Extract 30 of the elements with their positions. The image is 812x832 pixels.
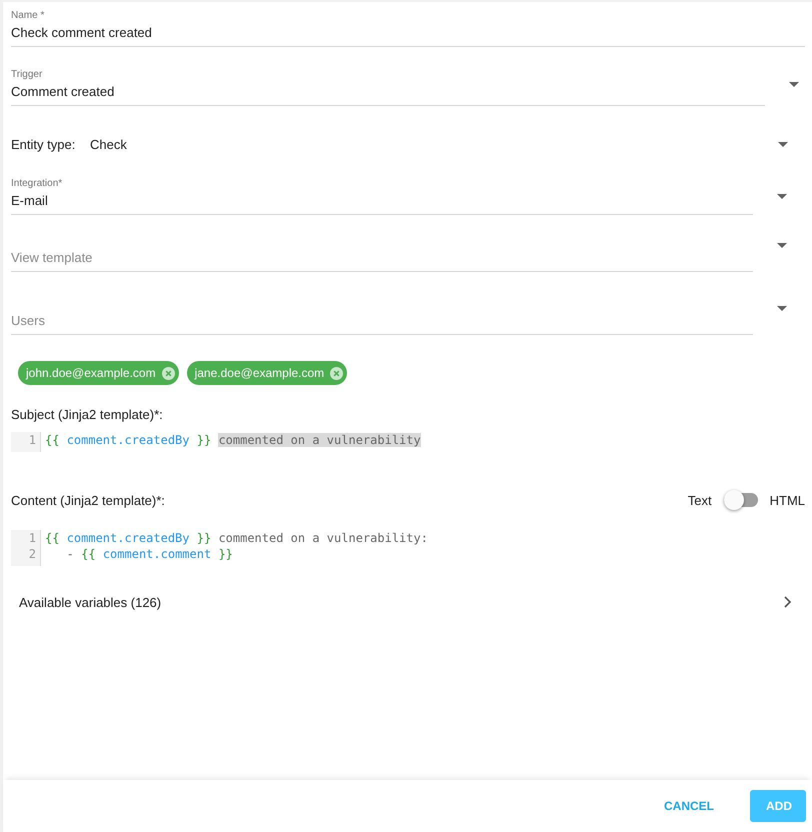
input-field[interactable]: Users bbox=[11, 310, 753, 335]
line-number: 1 bbox=[28, 432, 36, 448]
dropdown-arrow-icon[interactable] bbox=[777, 243, 787, 248]
dropdown-arrow-icon[interactable] bbox=[777, 306, 787, 311]
dropdown-arrow-icon[interactable] bbox=[778, 142, 788, 146]
field-label: Entity type: bbox=[11, 136, 76, 152]
code-line: {{ comment.createdBy }} commented on a vulnerability bbox=[45, 432, 421, 448]
section-label: Subject (Jinja2 template)*: bbox=[11, 407, 164, 422]
dropdown-arrow-icon[interactable] bbox=[789, 82, 799, 87]
section-label: Content (Jinja2 template)*: bbox=[11, 492, 165, 508]
input-field[interactable]: Comment created bbox=[11, 81, 765, 106]
format-switch[interactable] bbox=[724, 490, 758, 510]
line-number: 1 bbox=[28, 530, 36, 546]
field-label: Trigger bbox=[11, 69, 44, 81]
field-label: Name * bbox=[11, 10, 46, 22]
input-field[interactable]: E-mail bbox=[11, 190, 753, 215]
input-field[interactable]: Check comment created bbox=[11, 22, 805, 47]
code-editor[interactable]: 1 2 {{ comment.createdBy }} commented on a vulnerability: - {{ comment.comment }} bbox=[11, 530, 805, 566]
chevron-icon bbox=[784, 596, 792, 608]
code-line: {{ comment.createdBy }} commented on a vulnerability: bbox=[45, 530, 428, 546]
dropdown-arrow-icon[interactable] bbox=[777, 194, 787, 199]
expandable-row[interactable]: Available variables (126) bbox=[11, 590, 805, 614]
input-field[interactable]: View template bbox=[11, 247, 753, 272]
toggle-label: HTML bbox=[770, 492, 805, 508]
field-label: Integration* bbox=[11, 178, 64, 190]
line-number: 2 bbox=[28, 546, 36, 562]
code-line: - {{ comment.comment }} bbox=[66, 546, 234, 562]
toggle-label: Text bbox=[688, 492, 712, 508]
entity-type-select[interactable]: Check bbox=[90, 136, 778, 152]
code-editor[interactable]: 1 {{ comment.createdBy }} commented on a vulnerability bbox=[11, 432, 805, 452]
